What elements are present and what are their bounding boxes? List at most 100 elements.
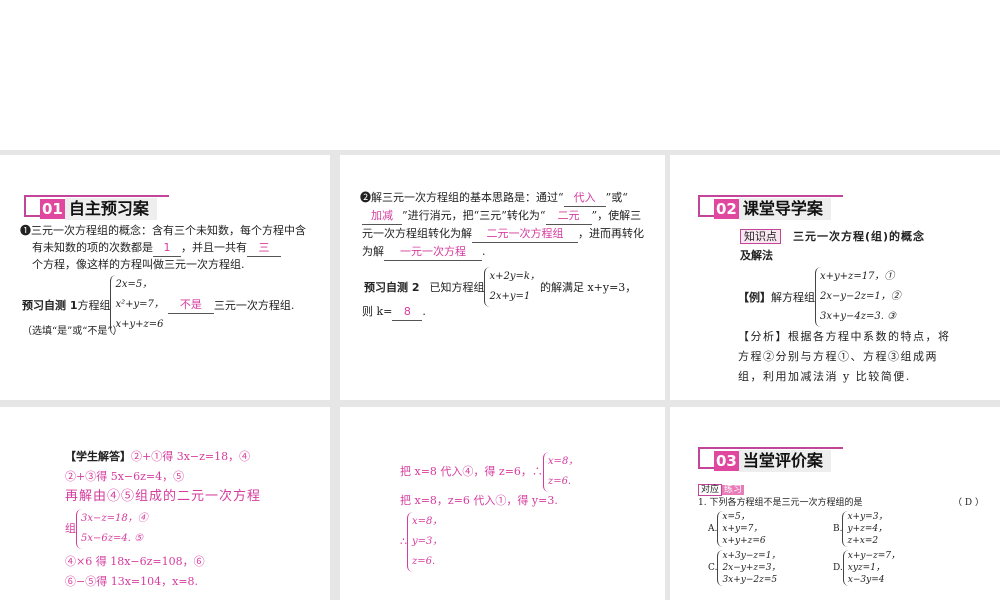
text-line: ”进行消元，把“三元”转化为“ (402, 209, 546, 222)
section-title: 当堂评价案 (738, 450, 831, 472)
text-line: 【分析】根据各方程中系数的特点，将 (738, 330, 951, 343)
text-line: z+x=2 (847, 536, 879, 546)
option-d: D. x+y−z=7， xyz=1， x−3y=4 (833, 550, 900, 586)
text-line: xyz=1， (847, 563, 885, 573)
equation-system: x+2y=k， 2x+y=1 (484, 267, 540, 307)
text-line: 3x−z=18，④ (81, 513, 148, 524)
text-line: 组，利用加减法消 y 比较简便. (738, 370, 911, 383)
text-line: 再解由④⑤组成的二元一次方程 (65, 489, 262, 504)
slide-6-thumbnail[interactable]: 03 当堂评价案 对应 练习 1. 下列各方程组不是三元一次方程组的是 （ D ）… (670, 407, 1000, 607)
text-line: x=8， (412, 516, 443, 527)
text-line: 3x+y−4z=3. ③ (820, 311, 897, 322)
answer-blank: 1 (153, 239, 181, 257)
text-line: x+3y−z=1， (722, 551, 781, 561)
text-line: z=6. (412, 556, 436, 567)
slide-1-thumbnail[interactable]: 01 自主预习案 ❶三元一次方程组的概念：含有三个未知数，每个方程中含 有未知数… (0, 155, 330, 400)
text-line: 把 x=8，z=6 代入①，得 y=3. (400, 494, 558, 507)
answer-blank: 加减 (362, 207, 402, 225)
text-line: x+y=3， (847, 512, 888, 522)
text-line: x+2y=k， (489, 271, 540, 282)
text-line: 练习 (722, 485, 745, 495)
equation-system: x+y+z=17，① 2x−y−2z=1，② 3x+y−4z=3. ③ (815, 267, 901, 327)
option-c: C. x+3y−z=1， 2x−y+z=3， 3x+y−2z=5 (708, 550, 780, 586)
option-a: A. x=5， x+y=7， x+y+z=6 (708, 511, 766, 547)
answer-blank: 不是 (167, 296, 214, 314)
text-line: 对应 (698, 484, 723, 496)
section-header: 01 自主预习案 (24, 195, 169, 220)
section-header: 02 课堂导学案 (698, 195, 843, 220)
concept-line: 有未知数的项的次数都是 1 ，并且一共有三 (32, 239, 281, 257)
text-line: 【例】 (738, 290, 771, 304)
text-line: 方程组 (77, 298, 111, 312)
text-line: 5x−6z=4. ⑤ (81, 533, 144, 544)
text-line: C. (708, 563, 718, 573)
section-title: 自主预习案 (64, 198, 157, 220)
text-line: 2x−y−2z=1，② (820, 291, 901, 302)
answer-blank: 二元一次方程组 (472, 225, 578, 243)
text-line: x+y−z=7， (847, 551, 901, 561)
text-line: ”，使解三 (591, 209, 642, 222)
section-number: 03 (714, 451, 739, 471)
text-line: ∴ (400, 535, 407, 548)
text-line: 为解 (362, 245, 384, 258)
answer-blank: 代入 (563, 189, 606, 207)
slide-2-thumbnail[interactable]: ❷解三元一次方程组的基本思路是：通过“ 代入 ”或“ 加减 ”进行消元，把“三元”转化… (340, 155, 665, 400)
knowledge-tag: 知识点 (740, 229, 781, 244)
text-line: y=3， (412, 536, 443, 547)
text-line: ②+①得 3x−z=18，④ (131, 450, 251, 463)
example: 【例】 解方程组 x+y+z=17，① 2x−y−2z=1，② 3x+y−4z=3. … (738, 267, 901, 327)
text-line: 2x+y=1 (489, 291, 531, 302)
text-line: 预习自测 2 (364, 280, 420, 294)
answer-blank: 一元一次方程 (384, 243, 482, 261)
text-line: ②+③得 5x−6z=4，⑤ (65, 470, 185, 483)
text-line: 方程②分别与方程①、方程③组成两 (738, 350, 938, 363)
text-line: 则 k= (362, 305, 393, 318)
text-line: D. (833, 563, 843, 573)
text-line: x=5， (722, 512, 750, 522)
slide-5-thumbnail[interactable]: 把 x=8 代入④，得 z=6，∴ x=8， z=6. 把 x=8，z=6 代入①，… (340, 407, 665, 607)
slide-grid: 01 自主预习案 ❶三元一次方程组的概念：含有三个未知数，每个方程中含 有未知数… (0, 150, 1000, 607)
text-line: 已知方程组 (429, 280, 485, 294)
text-line: B. (833, 524, 843, 534)
slide-3-thumbnail[interactable]: 02 课堂导学案 知识点 三元一次方程(组)的概念 及解法 【例】 解方程组 x+y… (670, 155, 1000, 400)
text-line: z=6. (547, 476, 572, 487)
text-line: y+z=4， (847, 524, 888, 534)
note: （选填“是”或“不是”） (22, 326, 123, 337)
concept-line: ❶三元一次方程组的概念：含有三个未知数，每个方程中含 (20, 224, 306, 237)
text-line: 解方程组 (771, 290, 815, 304)
text-line: ⑥−⑤得 13x=104，x=8. (65, 575, 199, 588)
text-line: x+y+z=17，① (820, 271, 895, 282)
self-test-2: 预习自测 2 已知方程组 x+2y=k， 2x+y=1 的解满足 x+y=3， (364, 267, 636, 307)
text-line: 三元一次方程(组)的概念 (793, 230, 926, 243)
text-line: x−3y=4 (847, 575, 885, 585)
text-line: 及解法 (740, 249, 773, 262)
text-line: x+y+z=6 (115, 319, 164, 330)
text-line: 【学生解答】 (65, 450, 131, 463)
slide-4-thumbnail[interactable]: 【学生解答】②+①得 3x−z=18，④ ②+③得 5x−6z=4，⑤ 再解由④… (0, 407, 330, 607)
text-line: 元一次方程组转化为解 (362, 227, 472, 240)
text-line: . (482, 245, 486, 258)
text-line: ，进而再转化 (578, 227, 644, 240)
answer-choice: （ D ） (953, 498, 984, 508)
text-line: 把 x=8 代入④，得 z=6，∴ (400, 465, 543, 478)
answer-blank: 8 (392, 303, 423, 321)
text-line: 3x+y−2z=5 (722, 575, 778, 585)
text-line: A. (708, 524, 718, 534)
text-line: 组 (65, 522, 76, 535)
text-line: x²+y=7， (115, 299, 164, 310)
text-line: 预习自测 1 (22, 298, 78, 312)
section-header: 03 当堂评价案 (698, 447, 843, 472)
answer-blank: 二元 (545, 207, 592, 225)
text-line: ”或“ (605, 191, 628, 204)
section-title: 课堂导学案 (738, 198, 831, 220)
text-line: 2x−y+z=3， (722, 563, 781, 573)
text-line: 的解满足 x+y=3， (539, 280, 637, 294)
text-line: x+y+z=6 (722, 536, 766, 546)
section-number: 02 (714, 199, 739, 219)
text-line: ，并且一共有 (181, 241, 247, 254)
section-number: 01 (40, 199, 65, 219)
analysis: 【分析】根据各方程中系数的特点，将 方程②分别与方程①、方程③组成两 组，利用加减法… (738, 327, 951, 387)
text-line: ❷解三元一次方程组的基本思路是：通过“ (360, 191, 564, 204)
text-line: 1. 下列各方程组不是三元一次方程组的是 (698, 498, 863, 508)
text-line: ④×6 得 18x−6z=108，⑥ (65, 555, 205, 568)
